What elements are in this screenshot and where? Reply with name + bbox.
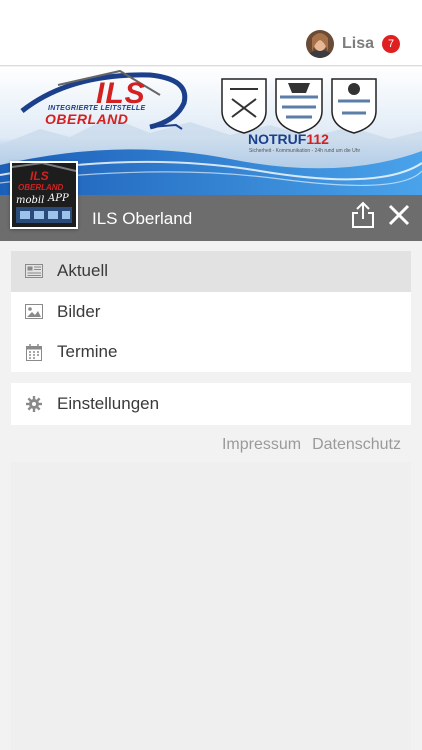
impressum-link[interactable]: Impressum (222, 436, 301, 454)
menu-item-einstellungen[interactable]: Einstellungen (11, 383, 411, 425)
gear-icon (25, 395, 43, 413)
datenschutz-link[interactable]: Datenschutz (312, 436, 401, 454)
close-button[interactable] (387, 203, 411, 227)
notruf-logo: NOTRUF112 (248, 131, 329, 147)
notruf-tagline: Sicherheit - Kommunikation - 24h rund um… (249, 148, 361, 154)
app-logo-app: APP (48, 193, 69, 204)
notruf-number: 112 (306, 131, 329, 147)
menu-item-label: Einstellungen (57, 394, 160, 413)
menu-item-label: Bilder (57, 301, 101, 321)
app-logo-oberland: OBERLAND (18, 183, 64, 192)
notification-badge[interactable]: 7 (382, 35, 400, 53)
menu-item-aktuell[interactable]: Aktuell (11, 251, 411, 292)
newspaper-icon (25, 262, 43, 280)
image-icon (25, 303, 43, 321)
app-logo: ILS OBERLAND mobil APP (10, 161, 78, 229)
menu-item-termine[interactable]: Termine (11, 332, 411, 373)
crest-2 (275, 78, 323, 134)
share-button[interactable] (350, 201, 376, 229)
footer-links: Impressum Datenschutz (211, 436, 401, 454)
close-icon (388, 204, 410, 226)
crest-1 (221, 78, 267, 134)
app-logo-ils: ILS (30, 169, 49, 183)
crest-3 (331, 78, 377, 134)
app-title: ILS Oberland (92, 209, 193, 228)
top-bar: Lisa 7 (0, 0, 422, 66)
oberland-logo-text: OBERLAND (45, 111, 129, 127)
app-logo-mobil: mobil (16, 195, 45, 206)
avatar[interactable] (305, 30, 334, 58)
user-name[interactable]: Lisa (342, 35, 374, 53)
share-icon (352, 201, 374, 228)
menu-item-label: Termine (57, 342, 118, 362)
calendar-icon (25, 343, 43, 361)
content-area (11, 462, 411, 750)
user-menu[interactable]: Lisa 7 (305, 30, 400, 58)
primary-menu: Aktuell Bilder Termine (11, 251, 411, 372)
notruf-prefix: NOTRUF (248, 131, 307, 147)
menu-item-bilder[interactable]: Bilder (11, 292, 411, 333)
menu-item-label: Aktuell (57, 261, 109, 281)
secondary-menu: Einstellungen (11, 383, 411, 425)
